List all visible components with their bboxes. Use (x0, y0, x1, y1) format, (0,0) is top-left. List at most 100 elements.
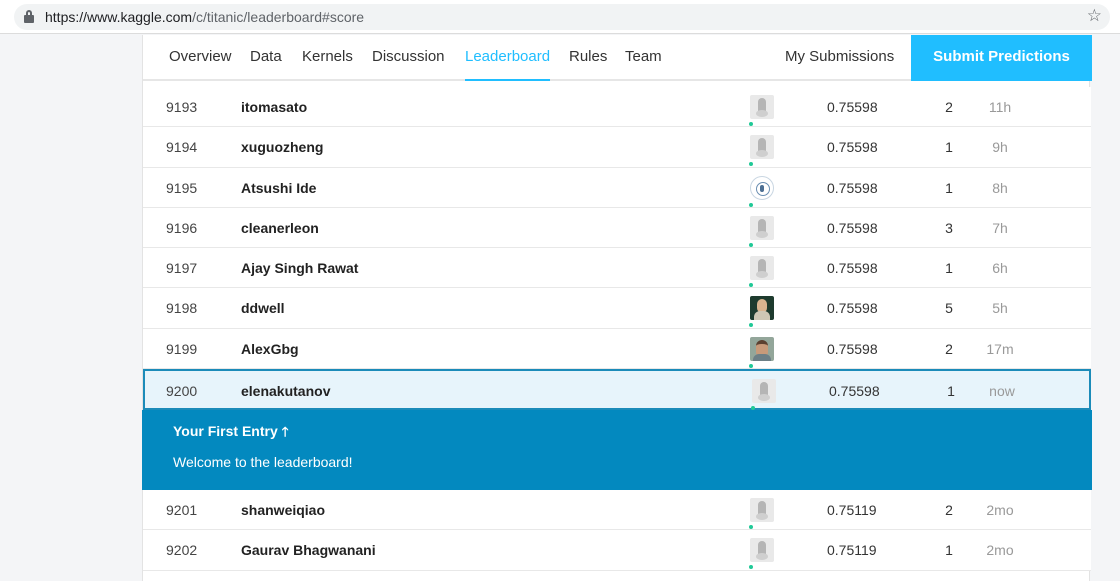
last-submission: 17m (986, 340, 1014, 357)
tab-kernels[interactable]: Kernels (302, 35, 353, 81)
rank: 9199 (166, 340, 198, 357)
rank: 9194 (166, 139, 198, 156)
table-row[interactable]: 9195 Atsushi Ide 0.75598 1 8h (143, 167, 1091, 208)
last-submission: 2mo (986, 542, 1014, 559)
last-submission: 2mo (986, 502, 1014, 519)
last-submission: 7h (992, 219, 1008, 236)
score: 0.75598 (827, 179, 878, 196)
submit-predictions-button[interactable]: Submit Predictions (911, 35, 1092, 81)
table-row[interactable]: 9197 Ajay Singh Rawat 0.75598 1 6h (143, 248, 1091, 289)
competition-tabs: Overview Data Kernels Discussion Leaderb… (143, 35, 1092, 81)
entries-count: 1 (945, 139, 953, 156)
entries-count: 1 (945, 179, 953, 196)
score: 0.75119 (827, 502, 877, 519)
tab-overview[interactable]: Overview (169, 35, 232, 81)
bookmark-star-icon[interactable]: ☆ (1087, 6, 1102, 26)
tab-rules[interactable]: Rules (569, 35, 607, 81)
entries-count: 2 (945, 340, 953, 357)
last-submission: 9h (992, 139, 1008, 156)
address-bar[interactable]: https://www.kaggle.com/c/titanic/leaderb… (14, 4, 1110, 30)
tab-discussion[interactable]: Discussion (372, 35, 445, 81)
team-name[interactable]: AlexGbg (241, 329, 299, 369)
rank: 9200 (166, 383, 198, 400)
url-host: https://www.kaggle.com (45, 9, 193, 25)
browser-toolbar: https://www.kaggle.com/c/titanic/leaderb… (0, 0, 1120, 34)
photo-avatar-icon[interactable] (750, 296, 774, 321)
team-name[interactable]: itomasato (241, 87, 307, 127)
rank: 9193 (166, 99, 198, 115)
entries-count: 3 (945, 219, 953, 236)
table-row[interactable]: 9199 AlexGbg 0.75598 2 17m (143, 328, 1091, 370)
leaderboard-table: 9193 itomasato 0.75598 2 11h 9194 xuguozheng 0.… (142, 87, 1092, 571)
online-status-icon (749, 202, 753, 207)
entries-count: 1 (945, 260, 953, 277)
team-name[interactable]: Gaurav Bhagwanani (241, 530, 376, 570)
default-avatar-icon[interactable] (750, 256, 774, 281)
table-row[interactable]: 9201 shanweiqiao 0.75119 2 2mo (143, 490, 1091, 531)
tab-team[interactable]: Team (625, 35, 662, 81)
team-name[interactable]: elenakutanov (241, 371, 330, 411)
team-name[interactable]: shanweiqiao (241, 490, 325, 530)
rank: 9197 (166, 260, 198, 277)
tab-data[interactable]: Data (250, 35, 282, 81)
last-submission: 6h (992, 260, 1008, 277)
default-avatar-icon[interactable] (750, 215, 774, 240)
rank: 9195 (166, 179, 198, 196)
rank: 9198 (166, 300, 198, 317)
default-avatar-icon[interactable] (750, 95, 774, 119)
score: 0.75598 (827, 219, 878, 236)
last-submission: now (989, 383, 1015, 400)
entries-count: 5 (945, 300, 953, 317)
score: 0.75598 (829, 383, 880, 400)
team-name[interactable]: ddwell (241, 288, 285, 328)
lock-icon (24, 10, 34, 23)
default-avatar-icon[interactable] (750, 538, 774, 563)
table-row[interactable]: 9196 cleanerleon 0.75598 3 7h (143, 207, 1091, 249)
team-name[interactable]: cleanerleon (241, 208, 319, 248)
online-status-icon (749, 525, 753, 530)
arrow-up-icon: 🡑 (281, 424, 289, 440)
last-submission: 8h (992, 179, 1008, 196)
banner-title: Your First Entry 🡑 (173, 423, 289, 445)
photo-avatar-icon[interactable] (750, 336, 774, 361)
first-entry-banner: Your First Entry 🡑 Welcome to the leaderb… (142, 410, 1092, 491)
team-name[interactable]: Atsushi Ide (241, 168, 316, 208)
table-row[interactable]: 9193 itomasato 0.75598 2 11h (143, 87, 1091, 128)
entries-count: 1 (945, 542, 953, 559)
online-status-icon (749, 162, 753, 167)
score: 0.75598 (827, 300, 878, 317)
rank: 9196 (166, 219, 198, 236)
team-name[interactable]: xuguozheng (241, 127, 323, 167)
banner-message: Welcome to the leaderboard! (173, 454, 353, 471)
score: 0.75598 (827, 260, 878, 277)
online-status-icon (749, 323, 753, 328)
score: 0.75598 (827, 340, 878, 357)
tab-leaderboard[interactable]: Leaderboard (465, 35, 551, 81)
table-row[interactable]: 9198 ddwell 0.75598 5 5h (143, 288, 1091, 329)
team-name[interactable]: Ajay Singh Rawat (241, 248, 358, 288)
online-status-icon (749, 565, 753, 570)
online-status-icon (749, 242, 753, 247)
url-path: /c/titanic/leaderboard#score (192, 9, 365, 25)
online-status-icon (749, 363, 753, 368)
table-row[interactable]: 9194 xuguozheng 0.75598 1 9h (143, 127, 1091, 168)
url-text[interactable]: https://www.kaggle.com/c/titanic/leaderb… (45, 9, 364, 25)
seal-avatar-icon[interactable] (750, 175, 774, 200)
my-submissions-link[interactable]: My Submissions (785, 35, 894, 81)
entries-count: 2 (945, 502, 953, 519)
online-status-icon (749, 283, 753, 288)
last-submission: 5h (992, 300, 1008, 317)
rank: 9202 (166, 542, 198, 559)
entries-count: 1 (947, 383, 955, 400)
table-row[interactable]: 9202 Gaurav Bhagwanani 0.75119 1 2mo (143, 530, 1091, 571)
default-avatar-icon[interactable] (750, 498, 774, 523)
score: 0.75119 (827, 542, 877, 559)
score: 0.75598 (827, 139, 878, 156)
last-submission: 11h (988, 99, 1012, 115)
current-user-row[interactable]: 9200 elenakutanov 0.75598 1 now (143, 369, 1091, 411)
default-avatar-icon[interactable] (750, 135, 774, 160)
score: 0.75598 (827, 99, 878, 115)
default-avatar-icon[interactable] (752, 379, 776, 404)
competition-page: Overview Data Kernels Discussion Leaderb… (142, 35, 1092, 581)
entries-count: 2 (945, 99, 953, 115)
